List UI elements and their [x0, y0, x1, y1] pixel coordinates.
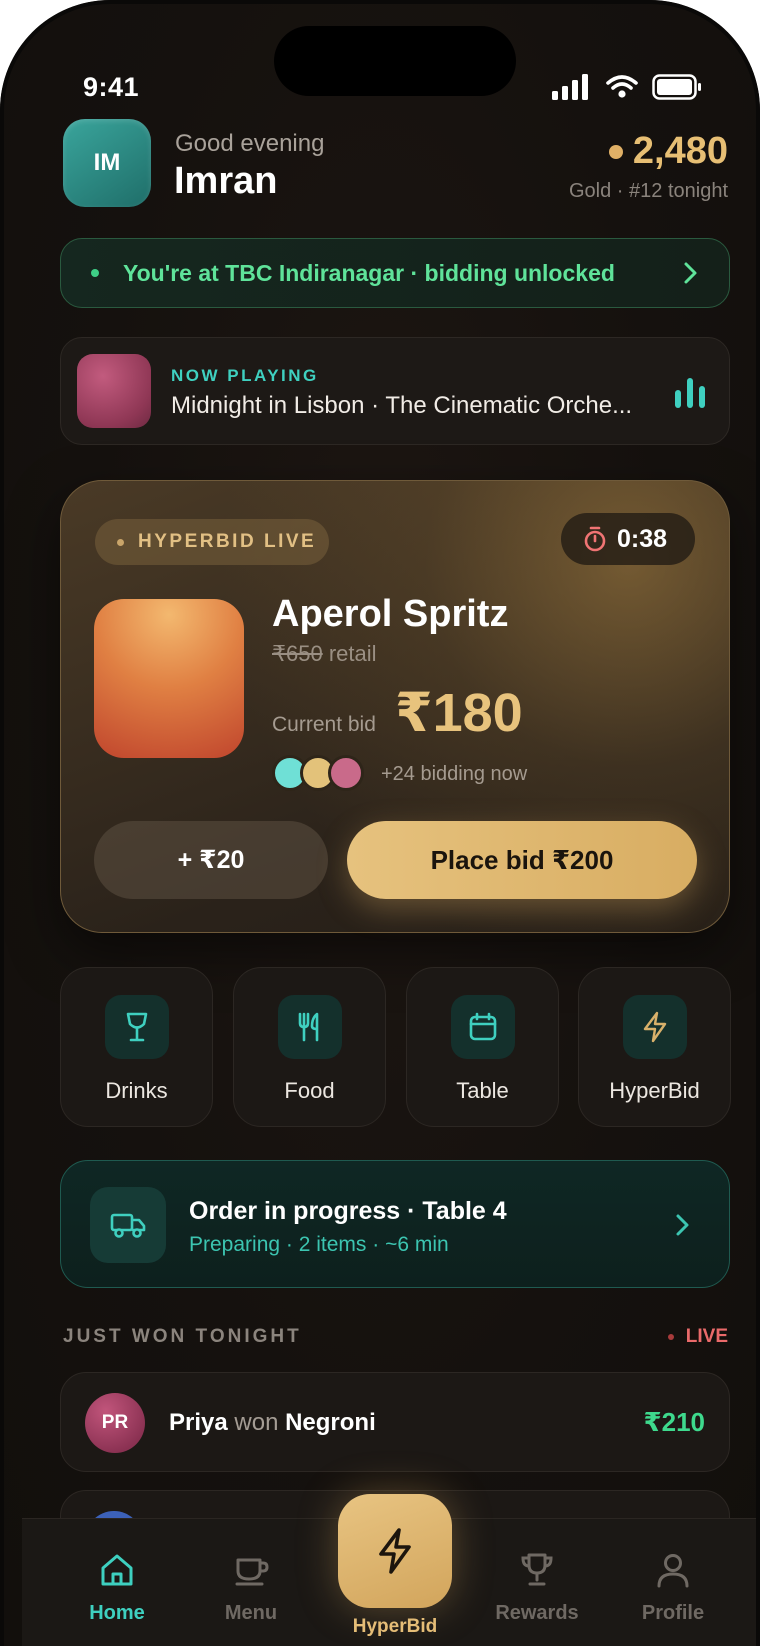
tab-label: Menu — [224, 1602, 278, 1624]
winner-item: Negroni — [285, 1409, 376, 1436]
now-playing-title: Midnight in Lisbon · The Cinematic Orche… — [171, 392, 633, 419]
tab-menu[interactable]: Menu — [196, 1551, 306, 1625]
tab-label: Profile — [641, 1602, 705, 1624]
home-icon — [101, 1554, 133, 1586]
quick-action-label: HyperBid — [609, 1078, 700, 1103]
current-bid-value: ₹180 — [395, 683, 523, 743]
chevron-right-icon — [676, 1214, 689, 1236]
equalizer-icon — [675, 378, 705, 408]
current-bid-label: Current bid — [272, 713, 376, 736]
quick-action-label: Table — [456, 1078, 509, 1103]
status-icons — [552, 74, 702, 100]
winner-verb: won — [234, 1409, 279, 1436]
order-status: Preparing · 2 items · ~6 min — [189, 1233, 449, 1256]
quick-action-label: Food — [284, 1078, 335, 1103]
live-dot — [667, 1334, 674, 1340]
lightning-icon — [379, 1528, 411, 1574]
points-value: 2,480 — [632, 130, 728, 172]
live-label: LIVE — [685, 1326, 728, 1347]
just-won-heading: JUST WON TONIGHT — [63, 1326, 302, 1347]
location-status-dot — [91, 269, 99, 277]
calendar-icon — [451, 995, 515, 1059]
coin-icon — [608, 144, 623, 159]
quick-action-table[interactable]: Table — [406, 967, 559, 1127]
greeting-text: Good evening — [175, 130, 325, 157]
bid-timer: 0:38 — [561, 513, 695, 565]
quick-action-label: Drinks — [105, 1078, 168, 1103]
winner-row[interactable]: PR Priya won Negroni ₹210 — [60, 1372, 730, 1472]
album-art — [77, 354, 151, 428]
retail-suffix: retail — [328, 641, 377, 666]
hyperbid-live-label: HYPERBID LIVE — [138, 531, 317, 552]
lightning-icon — [623, 995, 687, 1059]
drink-image — [94, 599, 244, 758]
trophy-icon — [521, 1553, 553, 1586]
timer-value: 0:38 — [617, 524, 668, 553]
coffee-cup-icon — [235, 1558, 269, 1586]
dynamic-island — [274, 26, 516, 96]
wifi-icon — [606, 75, 638, 98]
hyperbid-card: HYPERBID LIVE 0:38 Aperol Spritz ₹650 re… — [60, 480, 730, 933]
tab-profile[interactable]: Profile — [618, 1551, 728, 1625]
cutlery-icon — [278, 995, 342, 1059]
order-title: Order in progress · Table 4 — [189, 1197, 507, 1225]
location-banner[interactable]: You're at TBC Indiranagar · bidding unlo… — [60, 238, 730, 308]
winner-name: Priya — [169, 1409, 228, 1436]
battery-icon — [652, 74, 701, 100]
tab-home[interactable]: Home — [62, 1551, 172, 1625]
user-name: Imran — [174, 160, 278, 202]
hyperbid-live-badge: HYPERBID LIVE — [95, 519, 329, 565]
points-balance[interactable]: 2,480 — [608, 130, 728, 173]
bidder-avatar — [328, 755, 364, 791]
user-icon — [657, 1554, 689, 1588]
increment-bid-button[interactable]: + ₹20 — [94, 821, 328, 899]
retail-price: ₹650 retail — [272, 641, 377, 667]
user-avatar[interactable]: IM — [63, 119, 151, 207]
bidder-avatars — [272, 755, 364, 791]
tier-rank: Gold · #12 tonight — [569, 180, 728, 202]
order-progress-card[interactable]: Order in progress · Table 4 Preparing · … — [60, 1160, 730, 1288]
location-text: You're at TBC Indiranagar · bidding unlo… — [123, 259, 615, 286]
signal-icon — [552, 74, 588, 100]
delivery-truck-icon — [90, 1187, 166, 1263]
retail-price-value: ₹650 — [272, 641, 323, 666]
now-playing-label: NOW PLAYING — [171, 366, 319, 385]
place-bid-button[interactable]: Place bid ₹200 — [347, 821, 697, 899]
live-dot — [117, 538, 124, 546]
status-time: 9:41 — [83, 72, 140, 102]
bid-item-name: Aperol Spritz — [272, 593, 509, 635]
tab-label: Home — [89, 1602, 145, 1624]
tab-rewards[interactable]: Rewards — [482, 1551, 592, 1625]
chevron-right-icon — [684, 262, 697, 284]
winning-amount: ₹210 — [643, 1407, 705, 1437]
quick-action-hyperbid[interactable]: HyperBid — [578, 967, 731, 1127]
quick-action-food[interactable]: Food — [233, 967, 386, 1127]
hyperbid-fab-button[interactable] — [338, 1494, 452, 1608]
stopwatch-icon — [584, 526, 606, 552]
winner-text: Priya won Negroni — [169, 1409, 376, 1437]
now-playing-card[interactable]: NOW PLAYING Midnight in Lisbon · The Cin… — [60, 337, 730, 445]
wine-glass-icon — [105, 995, 169, 1059]
winner-avatar: PR — [85, 1393, 145, 1453]
tab-label: Rewards — [495, 1602, 579, 1624]
live-indicator: LIVE — [667, 1326, 728, 1348]
bidders-count: +24 bidding now — [381, 763, 528, 785]
tab-label-hyperbid: HyperBid — [352, 1616, 438, 1637]
phone-screen: 9:41 IM Good evening Imran 2,480 Gold · … — [0, 0, 760, 1646]
quick-action-drinks[interactable]: Drinks — [60, 967, 213, 1127]
